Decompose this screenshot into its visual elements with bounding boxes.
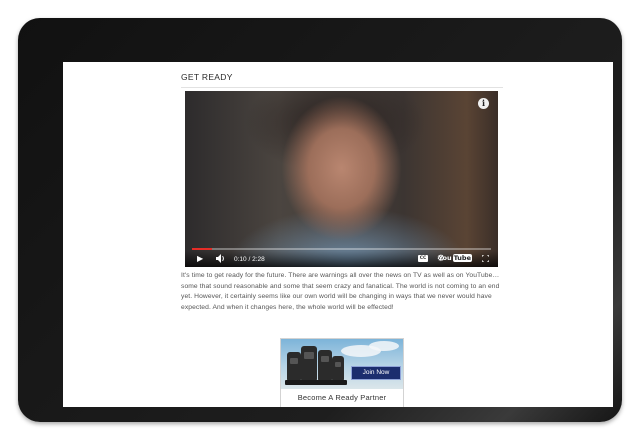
youtube-logo-you: You	[438, 254, 452, 262]
banner-caption: Become A Ready Partner	[281, 389, 403, 407]
tablet-screen: GET READY i ▶ 0:10 / 2:28 CC ⚙ YouTube	[63, 62, 613, 407]
youtube-logo-tube: Tube	[452, 254, 472, 262]
ready-partner-banner[interactable]: Join Now Become A Ready Partner	[280, 338, 404, 407]
captions-icon[interactable]: CC	[418, 255, 428, 262]
video-player[interactable]: i ▶ 0:10 / 2:28 CC ⚙ You Tube	[185, 91, 498, 267]
section-title: GET READY	[181, 72, 233, 82]
time-display: 0:10 / 2:28	[234, 256, 265, 263]
volume-icon[interactable]	[216, 254, 226, 266]
tablet-frame: GET READY i ▶ 0:10 / 2:28 CC ⚙ YouTube	[18, 18, 622, 422]
player-controls: ▶ 0:10 / 2:28 CC ⚙ You Tube	[185, 251, 498, 267]
play-icon[interactable]: ▶	[197, 254, 203, 264]
progress-bar-fill	[192, 248, 213, 250]
fullscreen-icon[interactable]	[482, 255, 489, 262]
article-text: It's time to get ready for the future. T…	[181, 272, 500, 311]
join-now-button[interactable]: Join Now	[351, 366, 401, 380]
youtube-logo[interactable]: You Tube	[438, 254, 472, 263]
progress-bar[interactable]	[192, 248, 491, 250]
backpacks-image	[285, 346, 347, 385]
title-divider	[181, 87, 503, 88]
video-frame[interactable]	[185, 91, 498, 267]
info-icon[interactable]: i	[478, 98, 489, 109]
banner-image: Join Now	[281, 339, 403, 389]
banner-cloud	[369, 341, 399, 351]
